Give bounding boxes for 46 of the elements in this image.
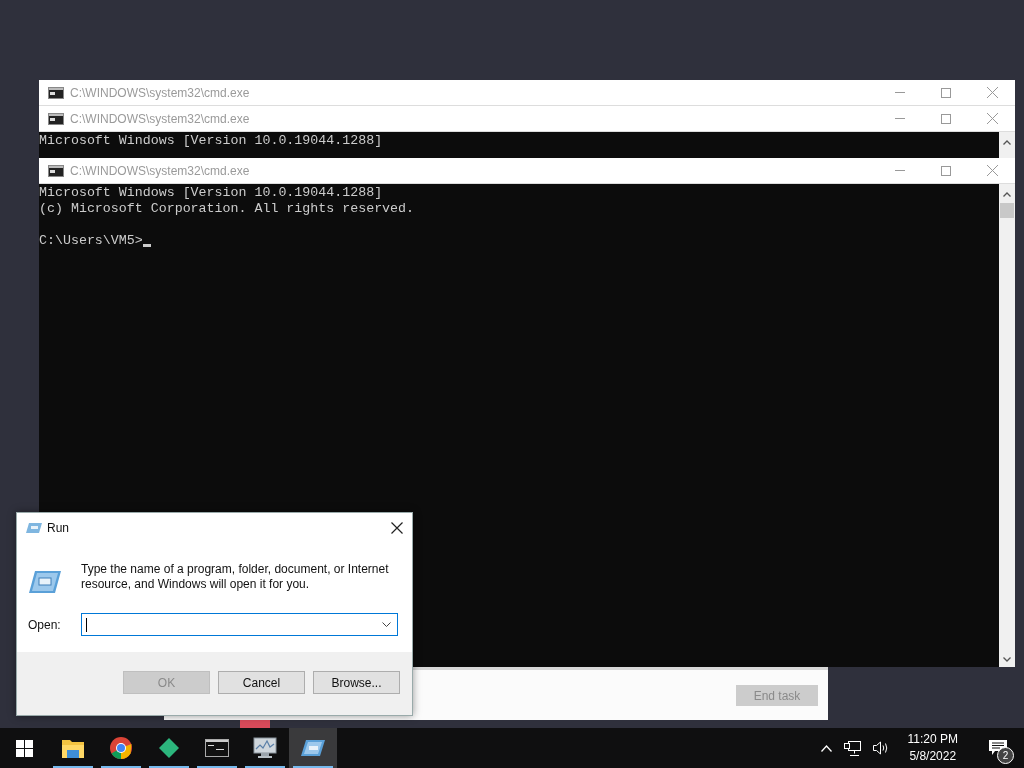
scroll-down-icon[interactable]	[1003, 657, 1011, 662]
window-title: C:\WINDOWS\system32\cmd.exe	[70, 111, 250, 126]
console-line: Microsoft Windows [Version 10.0.19044.1288]	[39, 133, 384, 149]
close-icon[interactable]	[391, 521, 403, 534]
console-line: Microsoft Windows [Version 10.0.19044.1288]	[39, 185, 384, 201]
indicator-mark	[240, 720, 270, 728]
chevron-up-icon[interactable]	[820, 744, 832, 752]
scroll-thumb[interactable]	[1000, 203, 1014, 218]
volume-icon[interactable]	[872, 741, 890, 755]
run-icon	[26, 521, 42, 534]
dialog-button[interactable]: Cancel	[218, 671, 305, 694]
maximize-icon[interactable]	[941, 165, 951, 176]
scroll-up-icon[interactable]	[1003, 140, 1011, 145]
run-icon	[301, 739, 325, 757]
taskbar-button[interactable]	[289, 728, 337, 768]
scrollbar[interactable]	[999, 184, 1015, 667]
network-icon[interactable]	[843, 740, 861, 756]
start-icon[interactable]	[16, 739, 33, 757]
clock-time: 11:20 PM	[907, 731, 958, 748]
folder-icon	[62, 738, 84, 758]
open-combo-field[interactable]	[80, 613, 398, 636]
console-icon	[48, 164, 64, 177]
dialog-title: Run	[47, 520, 69, 535]
scrollbar[interactable]	[999, 132, 1015, 158]
clock-date: 5/8/2022	[909, 748, 957, 765]
browser-icon	[110, 737, 132, 759]
dialog-message: Type the name of a program, folder, document, or Internet resource, and Windows will open it for you.	[81, 562, 390, 592]
monitor-icon	[253, 737, 277, 759]
maximize-icon[interactable]	[941, 113, 951, 124]
notification-badge: 2	[997, 747, 1014, 764]
console-line: (c) Microsoft Corporation. All rights reserved.	[39, 201, 416, 217]
window-title: C:\WINDOWS\system32\cmd.exe	[70, 163, 250, 178]
run-icon	[29, 570, 61, 594]
console-prompt: C:\Users\VM5>	[39, 233, 143, 249]
open-label: Open:	[27, 617, 62, 632]
console-icon	[205, 739, 229, 757]
console-icon	[48, 86, 64, 99]
console-icon	[48, 112, 64, 125]
dialog-button[interactable]: Browse...	[313, 671, 400, 694]
dropdown-caret-icon[interactable]	[382, 622, 391, 627]
diamond-icon	[159, 738, 179, 758]
text-cursor	[142, 244, 151, 247]
window-title: C:\WINDOWS\system32\cmd.exe	[70, 85, 250, 100]
scroll-up-icon[interactable]	[1003, 192, 1011, 197]
clock[interactable]: 11:20 PM 5/8/2022	[901, 731, 964, 765]
maximize-icon[interactable]	[941, 87, 951, 98]
